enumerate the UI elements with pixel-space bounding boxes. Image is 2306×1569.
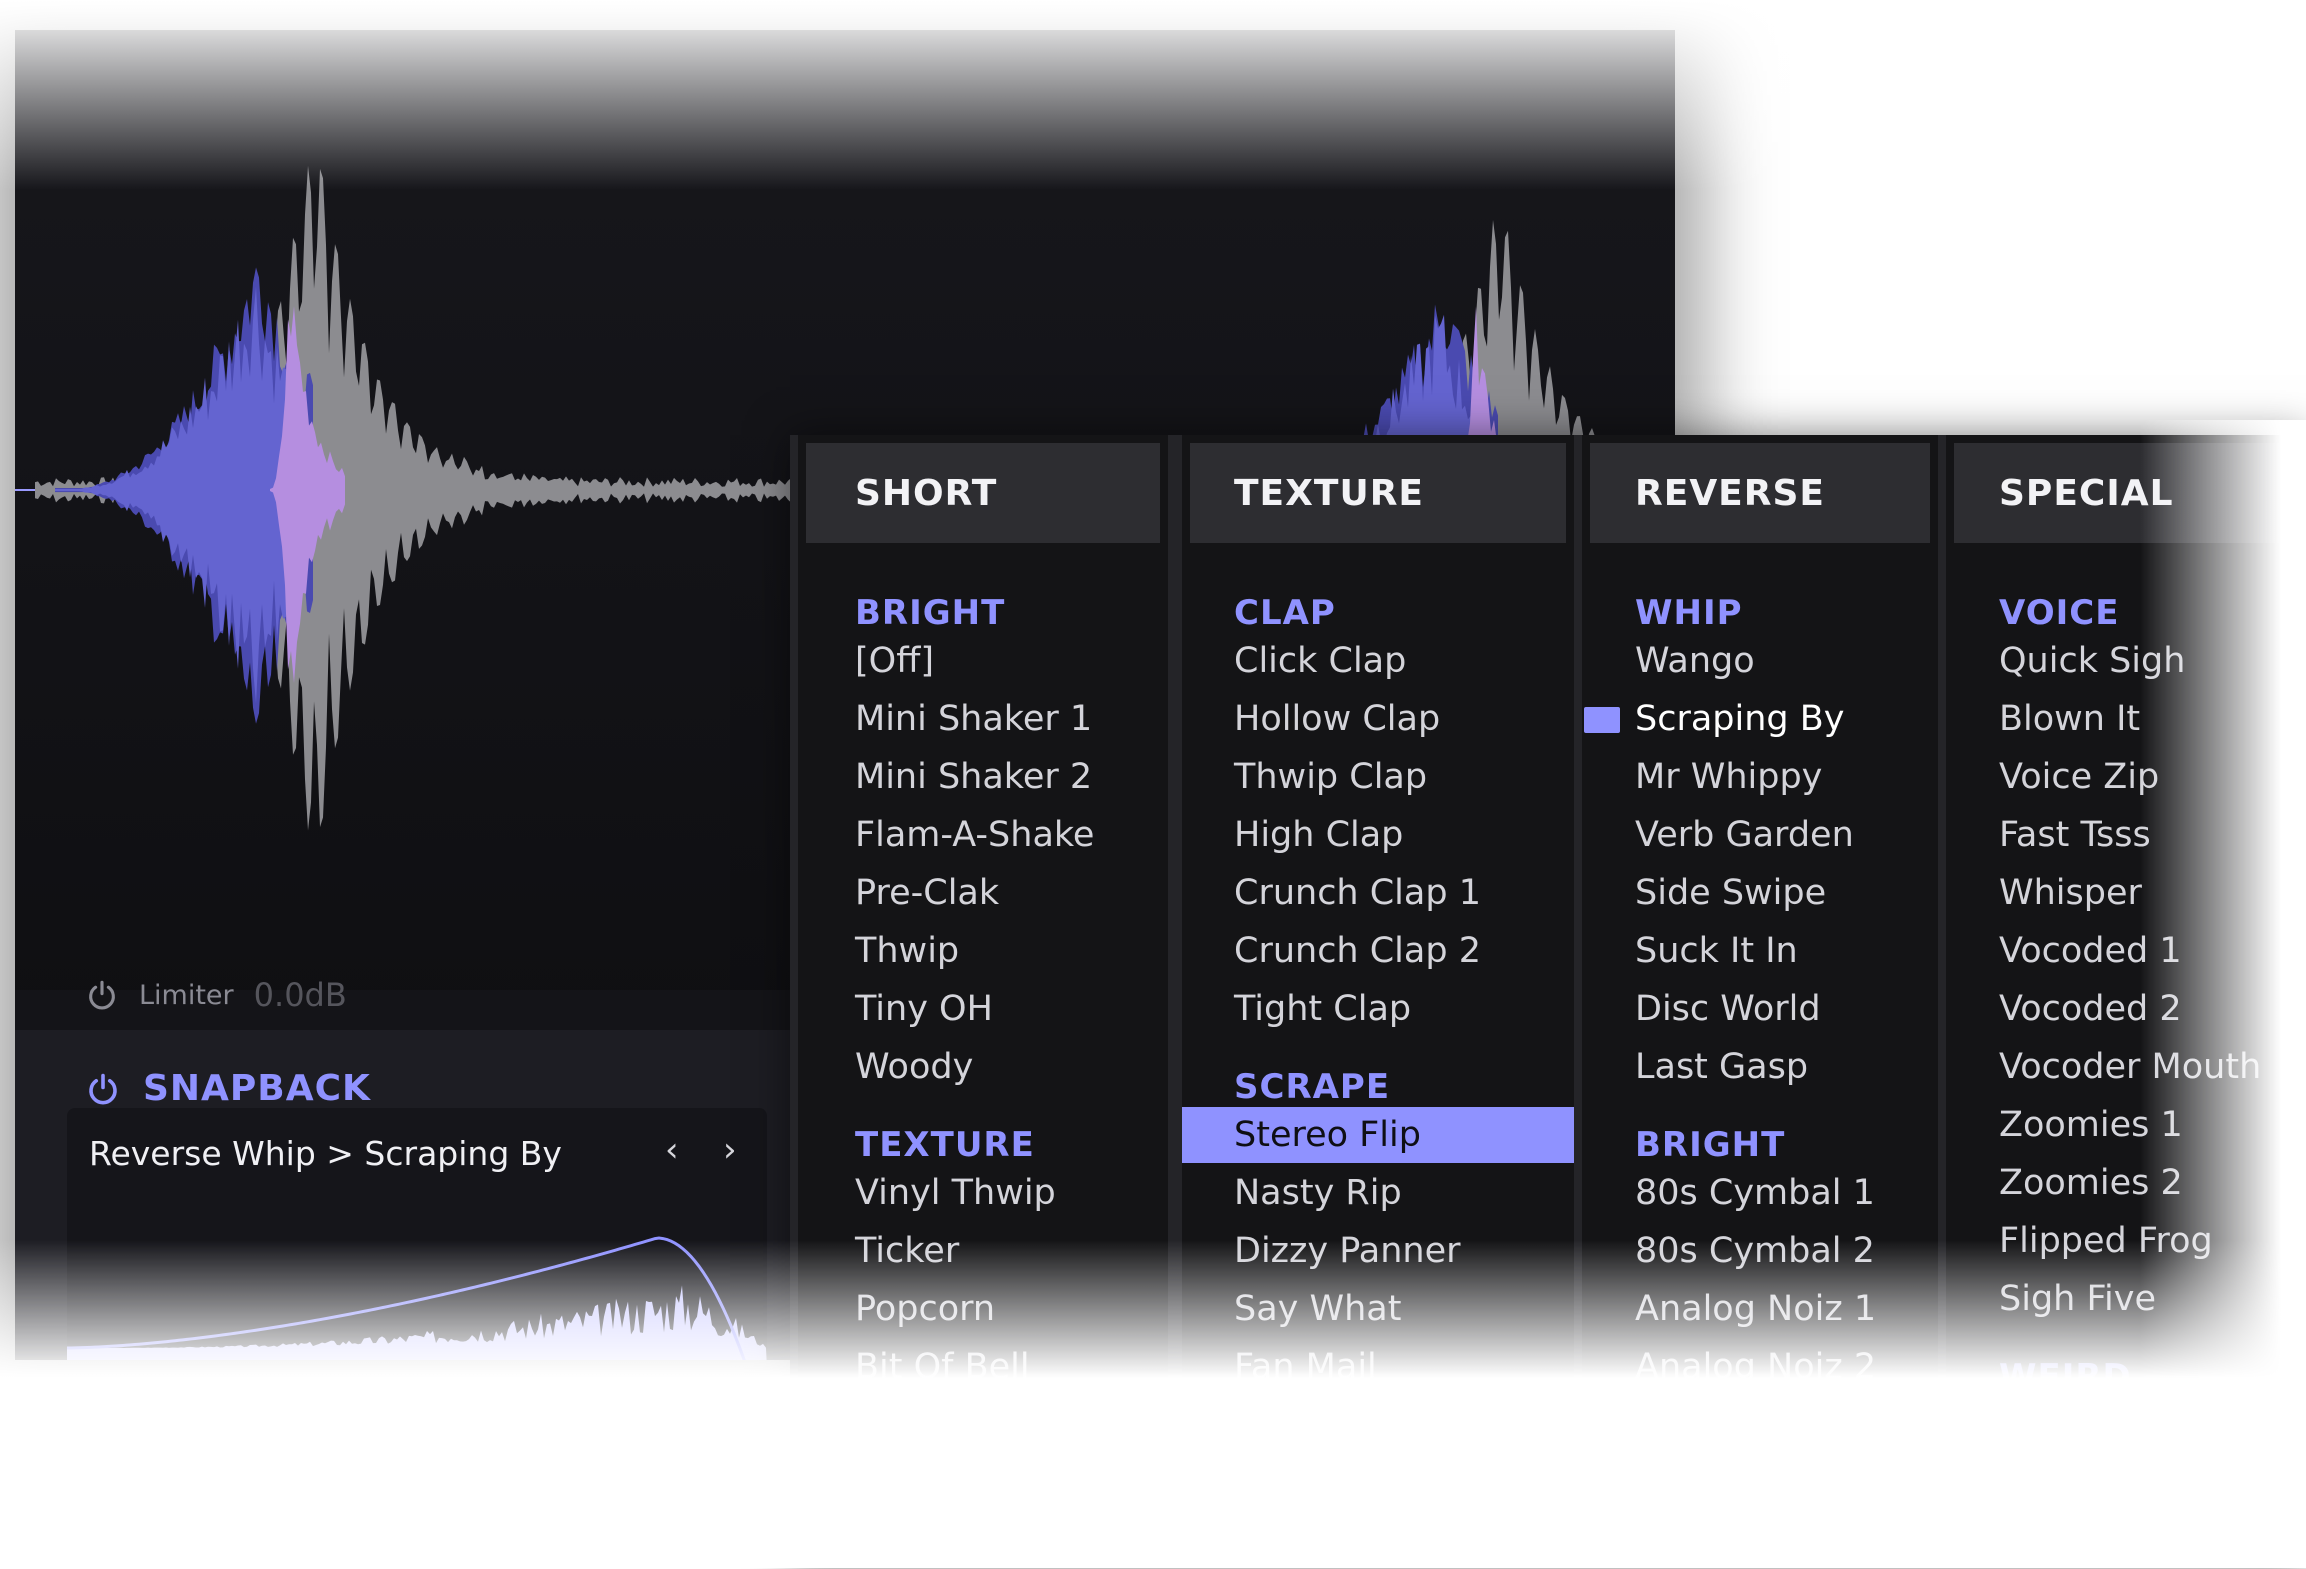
menu-item-label: Hollow Clap <box>1234 699 1441 739</box>
category-label: VOICE <box>1999 593 2120 633</box>
menu-item[interactable]: Mini Shaker 1 <box>798 691 1168 747</box>
category-label: SCRAPE <box>1234 1067 1391 1107</box>
top-fade <box>0 0 2306 190</box>
snapback-title: SNAPBACK <box>143 1068 371 1109</box>
menu-item[interactable]: Last Gasp <box>1582 1039 1938 1095</box>
menu-item-label: High Clap <box>1234 815 1404 855</box>
menu-item-label: Suck It In <box>1635 931 1798 971</box>
menu-item[interactable]: Pre-Clak <box>798 865 1168 921</box>
snapback-header: SNAPBACK <box>85 1068 371 1109</box>
menu-item[interactable]: Verb Garden <box>1582 807 1938 863</box>
menu-item-label: Verb Garden <box>1635 815 1854 855</box>
menu-item-label: Whisper <box>1999 873 2142 913</box>
menu-item-label: Mini Shaker 1 <box>855 699 1093 739</box>
menu-item-label: Thwip Clap <box>1234 757 1428 797</box>
menu-item-label: Scraping By <box>1635 699 1845 739</box>
menu-item-label: 80s Cymbal 1 <box>1635 1173 1875 1213</box>
menu-item-label: Nasty Rip <box>1234 1173 1402 1213</box>
category-label: WHIP <box>1635 593 1743 633</box>
menu-item[interactable]: Crunch Clap 1 <box>1182 865 1574 921</box>
menu-item[interactable]: Flam-A-Shake <box>798 807 1168 863</box>
power-icon[interactable] <box>85 1071 121 1107</box>
menu-item[interactable]: Side Swipe <box>1582 865 1938 921</box>
menu-item-label: Disc World <box>1635 989 1821 1029</box>
menu-item-label: Blown It <box>1999 699 2141 739</box>
menu-item-label: Crunch Clap 1 <box>1234 873 1481 913</box>
power-icon[interactable] <box>85 978 119 1012</box>
column-header: TEXTURE <box>1190 443 1566 543</box>
menu-item[interactable]: Thwip Clap <box>1182 749 1574 805</box>
menu-item[interactable]: 80s Cymbal 1 <box>1582 1165 1938 1221</box>
menu-item-label: Mini Shaker 2 <box>855 757 1093 797</box>
menu-item[interactable]: Mr Whippy <box>1582 749 1938 805</box>
menu-item[interactable]: Disc World <box>1582 981 1938 1037</box>
limiter-control[interactable]: Limiter 0.0dB <box>85 965 347 1025</box>
menu-item[interactable]: Suck It In <box>1582 923 1938 979</box>
menu-item-label: Tight Clap <box>1234 989 1412 1029</box>
menu-item[interactable]: Wango <box>1582 633 1938 689</box>
menu-item[interactable]: High Clap <box>1182 807 1574 863</box>
menu-item-label: Wango <box>1635 641 1755 681</box>
current-preset-marker <box>1584 707 1620 733</box>
menu-item-label: Flam-A-Shake <box>855 815 1095 855</box>
category-label: TEXTURE <box>855 1125 1035 1165</box>
menu-item[interactable]: Mini Shaker 2 <box>798 749 1168 805</box>
limiter-label: Limiter <box>139 979 234 1011</box>
menu-item-label: Crunch Clap 2 <box>1234 931 1481 971</box>
menu-item[interactable]: Hollow Clap <box>1182 691 1574 747</box>
category-label: BRIGHT <box>855 593 1006 633</box>
menu-item-label: Vinyl Thwip <box>855 1173 1056 1213</box>
menu-item[interactable]: Nasty Rip <box>1182 1165 1574 1221</box>
menu-item-label: Thwip <box>855 931 960 971</box>
column-header: REVERSE <box>1590 443 1930 543</box>
menu-item-label: Fast Tsss <box>1999 815 2151 855</box>
menu-item[interactable]: Thwip <box>798 923 1168 979</box>
menu-item-label: Last Gasp <box>1635 1047 1809 1087</box>
menu-item[interactable]: Woody <box>798 1039 1168 1095</box>
menu-item[interactable]: [Off] <box>798 633 1168 689</box>
menu-item-label: [Off] <box>855 641 934 681</box>
menu-item[interactable]: Stereo Flip <box>1182 1107 1574 1163</box>
menu-item-label: Tiny OH <box>855 989 993 1029</box>
menu-item[interactable]: Click Clap <box>1182 633 1574 689</box>
menu-item-label: Voice Zip <box>1999 757 2160 797</box>
menu-item-label: Woody <box>855 1047 974 1087</box>
menu-item[interactable]: Scraping By <box>1582 691 1938 747</box>
column-header: SHORT <box>806 443 1160 543</box>
menu-item-label: Stereo Flip <box>1234 1115 1421 1155</box>
limiter-value[interactable]: 0.0dB <box>254 976 347 1014</box>
menu-item-label: Mr Whippy <box>1635 757 1823 797</box>
category-label: CLAP <box>1234 593 1336 633</box>
category-label: BRIGHT <box>1635 1125 1786 1165</box>
menu-item[interactable]: Crunch Clap 2 <box>1182 923 1574 979</box>
menu-item-label: Click Clap <box>1234 641 1407 681</box>
menu-item[interactable]: Tiny OH <box>798 981 1168 1037</box>
menu-item[interactable]: Vinyl Thwip <box>798 1165 1168 1221</box>
menu-item-label: Pre-Clak <box>855 873 1000 913</box>
bottom-fade <box>0 1240 2306 1568</box>
menu-item-label: Side Swipe <box>1635 873 1827 913</box>
menu-item[interactable]: Tight Clap <box>1182 981 1574 1037</box>
